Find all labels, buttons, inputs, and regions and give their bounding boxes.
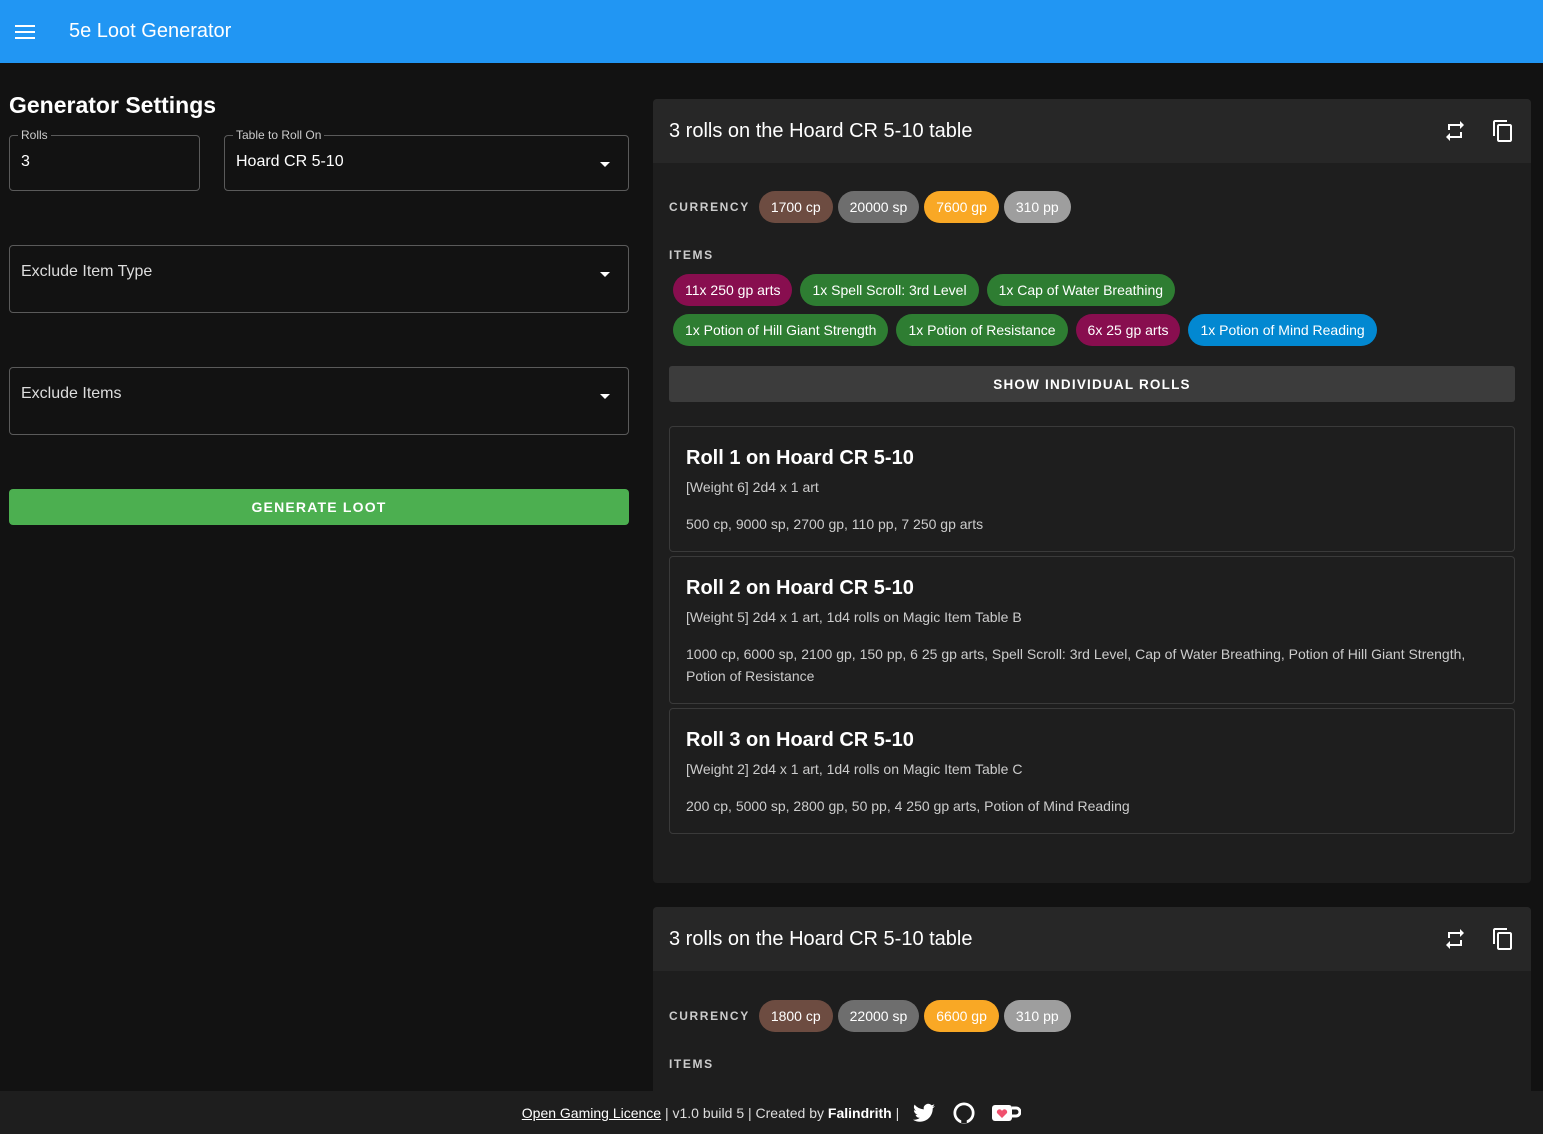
items-label: ITEMS [669,1057,714,1071]
exclude-items-select[interactable]: Exclude Items [9,367,629,435]
currency-row: CURRENCY 1800 cp 22000 sp 6600 gp 310 pp [653,1000,1531,1032]
roll-panel: Roll 3 on Hoard CR 5-10 [Weight 2] 2d4 x… [669,708,1515,834]
twitter-icon[interactable] [913,1103,936,1123]
footer: Open Gaming Licence | v1.0 build 5 | Cre… [0,1091,1543,1134]
currency-chip: 20000 sp [837,191,920,223]
result-header: 3 rolls on the Hoard CR 5-10 table [653,99,1531,163]
settings-title: Generator Settings [9,92,217,118]
show-individual-rolls-button[interactable]: SHOW INDIVIDUAL ROLLS [669,366,1515,402]
hamburger-icon[interactable] [15,21,35,43]
item-chip: 11x 250 gp arts [673,274,793,306]
settings-panel: Generator Settings Rolls 3 Table to Roll… [9,63,629,525]
roll-result: 500 cp, 9000 sp, 2700 gp, 110 pp, 7 250 … [686,516,984,532]
item-chip: 1x Potion of Hill Giant Strength [673,314,889,346]
separator: | [891,1104,900,1121]
currency-label: CURRENCY [669,1009,750,1023]
currency-chip: 6600 gp [924,1000,999,1032]
currency-chip: 7600 gp [924,191,999,223]
result-title: 3 rolls on the Hoard CR 5-10 table [669,119,973,142]
dropdown-arrow-icon [600,272,610,277]
reroll-icon[interactable] [1443,927,1467,951]
exclude-items-placeholder: Exclude Items [21,385,122,402]
licence-link[interactable]: Open Gaming Licence [522,1105,661,1121]
currency-label: CURRENCY [669,200,750,214]
item-chip: 1x Potion of Resistance [896,314,1068,346]
currency-row: CURRENCY 1700 cp 20000 sp 7600 gp 310 pp [653,191,1531,223]
app-bar: 5e Loot Generator [0,0,1543,63]
generate-loot-button[interactable]: GENERATE LOOT [9,489,629,525]
item-chip: 1x Potion of Mind Reading [1188,314,1377,346]
currency-chip: 310 pp [1003,1000,1071,1032]
exclude-item-type-placeholder: Exclude Item Type [21,263,153,280]
table-value: Hoard CR 5-10 [236,153,344,170]
result-header: 3 rolls on the Hoard CR 5-10 table [653,907,1531,971]
reroll-icon[interactable] [1443,119,1467,143]
item-chip: 6x 25 gp arts [1075,314,1181,346]
dropdown-arrow-icon [600,394,610,399]
table-label: Table to Roll On [233,128,325,142]
item-chip: 1x Spell Scroll: 3rd Level [800,274,979,306]
currency-chip: 310 pp [1003,191,1071,223]
roll-panel: Roll 1 on Hoard CR 5-10 [Weight 6] 2d4 x… [669,426,1515,552]
roll-panel: Roll 2 on Hoard CR 5-10 [Weight 5] 2d4 x… [669,556,1515,704]
result-card: 3 rolls on the Hoard CR 5-10 table CURRE… [653,99,1531,883]
roll-title: Roll 1 on Hoard CR 5-10 [686,447,914,469]
app-title: 5e Loot Generator [69,20,232,42]
roll-title: Roll 2 on Hoard CR 5-10 [686,577,914,599]
exclude-item-type-select[interactable]: Exclude Item Type [9,245,629,313]
roll-result: 1000 cp, 6000 sp, 2100 gp, 150 pp, 6 25 … [686,646,1466,684]
github-icon[interactable] [953,1101,975,1124]
roll-result: 200 cp, 5000 sp, 2800 gp, 50 pp, 4 250 g… [686,798,1130,814]
roll-weight: [Weight 2] 2d4 x 1 art, 1d4 rolls on Mag… [686,761,1023,777]
author-name: Falindrith [827,1104,892,1121]
roll-weight: [Weight 5] 2d4 x 1 art, 1d4 rolls on Mag… [686,609,1022,625]
currency-chip: 1700 cp [758,191,833,223]
roll-title: Roll 3 on Hoard CR 5-10 [686,729,914,751]
roll-weight: [Weight 6] 2d4 x 1 art [686,479,819,495]
table-select[interactable]: Table to Roll On Hoard CR 5-10 [224,128,629,191]
currency-chip: 22000 sp [837,1000,920,1032]
item-chip: 1x Cap of Water Breathing [986,274,1176,306]
version-text: | v1.0 build 5 | Created by [661,1104,828,1121]
rolls-value: 3 [21,153,30,170]
dropdown-arrow-icon [600,162,610,167]
items-list: 11x 250 gp arts 1x Spell Scroll: 3rd Lev… [653,274,1413,354]
rolls-input[interactable]: Rolls 3 [9,128,200,191]
currency-chip: 1800 cp [758,1000,833,1032]
result-title: 3 rolls on the Hoard CR 5-10 table [669,927,973,950]
rolls-label: Rolls [18,128,51,142]
kofi-icon[interactable] [991,1103,1022,1123]
items-label: ITEMS [669,248,714,262]
result-card: 3 rolls on the Hoard CR 5-10 table CURRE… [653,907,1531,1107]
copy-icon[interactable] [1491,119,1515,143]
copy-icon[interactable] [1491,927,1515,951]
